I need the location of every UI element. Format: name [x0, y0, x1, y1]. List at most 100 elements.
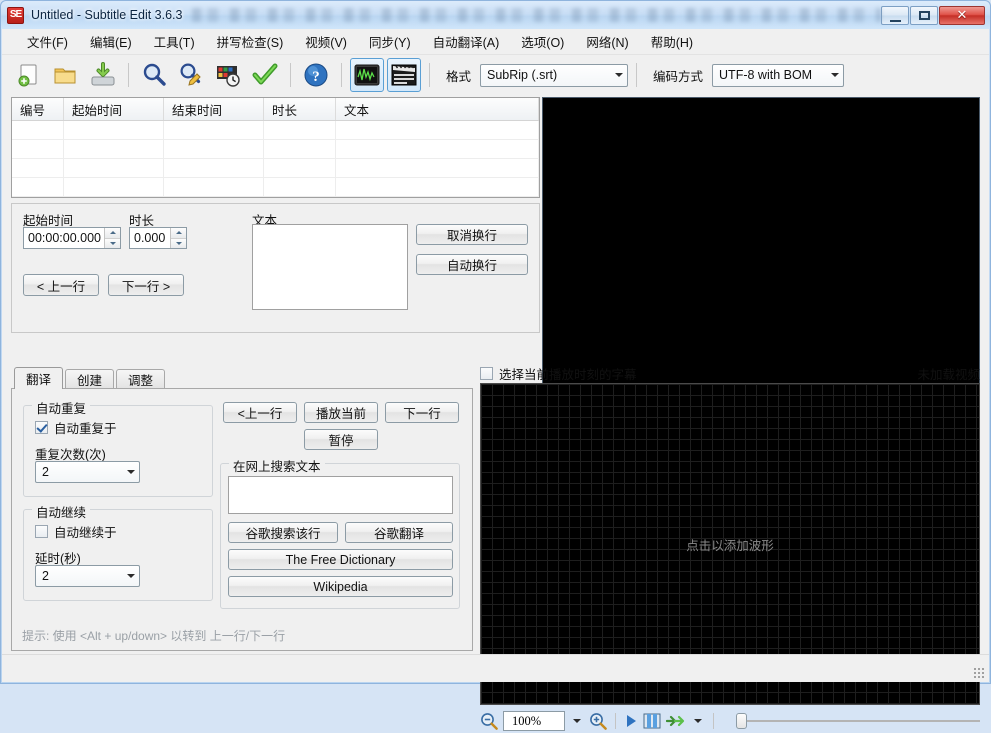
column-header-start[interactable]: 起始时间	[64, 98, 164, 120]
minimize-button[interactable]	[881, 6, 909, 25]
menu-file[interactable]: 文件(F)	[16, 28, 79, 55]
spellcheck-button[interactable]	[248, 58, 282, 92]
zoom-out-icon[interactable]	[480, 712, 498, 730]
free-dictionary-button[interactable]: The Free Dictionary	[228, 549, 453, 570]
checkbox-icon	[480, 367, 493, 380]
main-content: 编号 起始时间 结束时间 时长 文本	[2, 95, 989, 654]
maximize-button[interactable]	[910, 6, 938, 25]
tab-create[interactable]: 创建	[65, 369, 114, 389]
svg-text:?: ?	[312, 69, 320, 85]
menu-edit[interactable]: 编辑(E)	[79, 28, 143, 55]
save-file-button[interactable]	[86, 58, 120, 92]
format-value: SubRip (.srt)	[487, 68, 610, 82]
unbreak-button[interactable]: 取消换行	[416, 224, 528, 245]
menu-sync[interactable]: 同步(Y)	[358, 28, 422, 55]
start-time-down-button[interactable]	[105, 239, 120, 249]
keyboard-hint: 提示: 使用 <Alt + up/down> 以转到 上一行/下一行	[22, 627, 285, 644]
repeat-count-value: 2	[42, 465, 122, 479]
duration-down-button[interactable]	[171, 239, 186, 249]
menu-tools[interactable]: 工具(T)	[143, 28, 206, 55]
video-toggle-button[interactable]	[387, 58, 421, 92]
format-dropdown[interactable]: SubRip (.srt)	[480, 64, 628, 87]
table-row[interactable]	[12, 178, 539, 197]
resize-grip[interactable]	[973, 667, 985, 679]
tab-translate[interactable]: 翻译	[14, 367, 63, 389]
filmstrip-icon[interactable]	[643, 713, 661, 729]
start-time-input[interactable]: 00:00:00.000	[23, 227, 121, 249]
tab-adjust[interactable]: 调整	[116, 369, 165, 389]
window-controls: ✕	[881, 6, 985, 25]
column-header-text[interactable]: 文本	[336, 98, 539, 120]
wikipedia-button[interactable]: Wikipedia	[228, 576, 453, 597]
prev-line-button[interactable]: <上一行	[223, 402, 297, 423]
google-search-button[interactable]: 谷歌搜索该行	[228, 522, 338, 543]
menu-autotranslate[interactable]: 自动翻译(A)	[422, 28, 511, 55]
menu-options[interactable]: 选项(O)	[510, 28, 575, 55]
chevron-down-icon[interactable]	[570, 719, 584, 723]
web-search-input[interactable]	[228, 476, 453, 514]
start-time-stepper[interactable]	[104, 228, 120, 248]
open-file-button[interactable]	[49, 58, 83, 92]
select-current-subtitle-checkbox[interactable]: 选择当前播放时刻的字幕	[480, 364, 637, 383]
play-current-button[interactable]: 播放当前	[304, 402, 378, 423]
close-button[interactable]: ✕	[939, 6, 985, 25]
chevron-down-icon[interactable]	[691, 719, 705, 723]
slider-thumb[interactable]	[736, 713, 747, 729]
pause-button[interactable]: 暂停	[304, 429, 378, 450]
menu-network[interactable]: 网络(N)	[575, 28, 639, 55]
auto-repeat-checkbox[interactable]: 自动重复于	[35, 418, 117, 437]
subtitle-list-header: 编号 起始时间 结束时间 时长 文本	[12, 98, 539, 121]
zoom-level-dropdown[interactable]: 100%	[503, 711, 565, 731]
toolbar: ? 格式 SubRip (.srt)	[2, 55, 989, 95]
sync-time-button[interactable]	[211, 58, 245, 92]
format-label: 格式	[446, 66, 471, 85]
subtitle-list[interactable]: 编号 起始时间 结束时间 时长 文本	[11, 97, 540, 198]
duration-stepper[interactable]	[170, 228, 186, 248]
start-time-up-button[interactable]	[105, 228, 120, 239]
google-translate-button[interactable]: 谷歌翻译	[345, 522, 453, 543]
table-row[interactable]	[12, 140, 539, 159]
next-line-button[interactable]: 下一行 >	[108, 274, 184, 296]
table-row[interactable]	[12, 159, 539, 178]
toolbar-separator-2	[290, 63, 291, 87]
menu-help[interactable]: 帮助(H)	[640, 28, 704, 55]
web-search-group-label: 在网上搜索文本	[229, 456, 325, 475]
encoding-dropdown[interactable]: UTF-8 with BOM	[712, 64, 844, 87]
column-header-number[interactable]: 编号	[12, 98, 64, 120]
autobreak-button[interactable]: 自动换行	[416, 254, 528, 275]
save-file-icon	[90, 62, 116, 88]
previous-line-button[interactable]: < 上一行	[23, 274, 99, 296]
auto-continue-group: 自动继续 自动继续于 延时(秒) 2	[23, 509, 213, 601]
repeat-count-dropdown[interactable]: 2	[35, 461, 140, 483]
duration-up-button[interactable]	[171, 228, 186, 239]
delay-dropdown[interactable]: 2	[35, 565, 140, 587]
menu-video[interactable]: 视频(V)	[294, 28, 358, 55]
zoom-in-icon[interactable]	[589, 712, 607, 730]
column-header-duration[interactable]: 时长	[264, 98, 336, 120]
subtitle-text-input[interactable]	[252, 224, 408, 310]
next-line-button[interactable]: 下一行	[385, 402, 459, 423]
table-row[interactable]	[12, 121, 539, 140]
new-file-button[interactable]	[12, 58, 46, 92]
video-surface[interactable]	[543, 98, 979, 390]
toolbar-separator-5	[636, 63, 637, 87]
encoding-label: 编码方式	[653, 66, 703, 85]
find-button[interactable]	[137, 58, 171, 92]
column-header-end[interactable]: 结束时间	[164, 98, 264, 120]
help-button[interactable]: ?	[299, 58, 333, 92]
replace-button[interactable]	[174, 58, 208, 92]
menu-spellcheck[interactable]: 拼写检查(S)	[206, 28, 295, 55]
waveform-header: 选择当前播放时刻的字幕 未加载视频	[480, 363, 980, 383]
duration-input[interactable]: 0.000	[129, 227, 187, 249]
toolbar-separator-1	[128, 63, 129, 87]
tab-strip: 翻译 创建 调整	[11, 367, 473, 389]
fast-forward-icon[interactable]	[666, 714, 686, 728]
waveform-toolbar: 100%	[480, 709, 980, 733]
play-waveform-icon[interactable]	[624, 713, 638, 729]
auto-continue-checkbox[interactable]: 自动继续于	[35, 522, 117, 541]
maximize-icon	[919, 11, 930, 20]
bottom-tabs-area: 翻译 创建 调整 自动重复 自动重复于 重复次数(次) 2	[11, 367, 473, 651]
waveform-toggle-button[interactable]	[350, 58, 384, 92]
waveform-position-slider[interactable]	[732, 712, 980, 730]
status-bar	[2, 654, 989, 682]
